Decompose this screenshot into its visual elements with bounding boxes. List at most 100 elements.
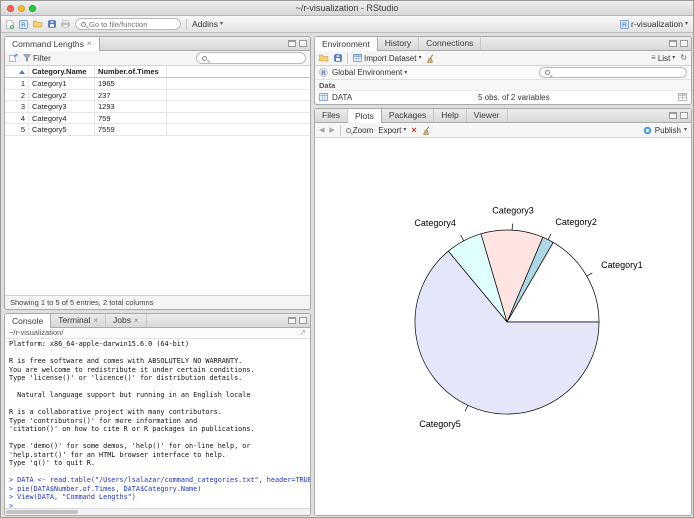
open-file-icon[interactable] <box>33 20 43 28</box>
window-title: ~/r-visualization - RStudio <box>295 3 399 13</box>
table-row[interactable]: 3 Category3 1293 <box>5 101 310 113</box>
pie-label: Category1 <box>601 260 643 270</box>
column-header[interactable]: Category.Name <box>29 66 95 77</box>
search-icon <box>202 55 207 61</box>
tab-console[interactable]: Console <box>5 314 52 328</box>
pie-label: Category3 <box>492 206 534 216</box>
tab-history[interactable]: History <box>378 37 420 50</box>
minimize-pane-icon[interactable] <box>669 112 677 119</box>
save-icon[interactable] <box>48 20 56 28</box>
clear-all-plots-broom-icon[interactable] <box>422 125 431 135</box>
close-tab-icon[interactable]: × <box>93 316 98 325</box>
tab-jobs[interactable]: Jobs × <box>106 314 147 327</box>
console-pane: Console Terminal × Jobs × ~/r-visualizat… <box>4 313 311 516</box>
console-line: > View(DATA, "Command Lengths") <box>9 493 136 501</box>
export-button[interactable]: Export ▾ <box>378 126 406 135</box>
environment-search-input[interactable] <box>553 68 673 77</box>
table-row[interactable]: 4 Category4 759 <box>5 112 310 124</box>
open-workspace-icon[interactable] <box>319 54 329 62</box>
tab-label: Viewer <box>473 110 500 120</box>
titlebar[interactable]: ~/r-visualization - RStudio <box>1 1 693 16</box>
minimize-window-button[interactable] <box>18 5 25 12</box>
popout-icon[interactable] <box>9 54 18 62</box>
tab-files[interactable]: Files <box>315 109 348 122</box>
filter-button[interactable]: Filter <box>23 54 51 63</box>
maximize-pane-icon[interactable] <box>299 317 307 324</box>
popout-icon[interactable]: ↗ <box>299 329 306 337</box>
goto-file-input[interactable] <box>89 19 175 29</box>
maximize-pane-icon[interactable] <box>680 40 688 47</box>
save-workspace-icon[interactable] <box>334 54 342 62</box>
rownum-header-cell[interactable] <box>5 66 29 77</box>
refresh-icon[interactable]: ↻ <box>680 54 687 62</box>
new-project-icon[interactable]: R <box>19 19 28 29</box>
data-frame-icon <box>319 93 328 101</box>
tab-command-lengths[interactable]: Command Lengths × <box>5 37 100 51</box>
table-cell: Category4 <box>29 112 95 123</box>
print-icon[interactable] <box>61 20 70 28</box>
import-dataset-button[interactable]: Import Dataset ▾ <box>353 54 421 63</box>
table-row[interactable]: 5 Category5 7559 <box>5 124 310 136</box>
tab-terminal[interactable]: Terminal × <box>51 314 106 327</box>
tab-plots[interactable]: Plots <box>347 109 382 123</box>
table-cell: 4 <box>5 112 29 123</box>
zoom-magnifier-icon <box>345 127 351 133</box>
close-tab-icon[interactable]: × <box>134 316 139 325</box>
object-description: 5 obs. of 2 variables <box>478 92 550 102</box>
tab-packages[interactable]: Packages <box>382 109 435 122</box>
tab-label: Files <box>322 110 340 120</box>
table-status-bar: Showing 1 to 5 of 5 entries, 2 total col… <box>5 295 310 309</box>
tab-connections[interactable]: Connections <box>419 37 482 50</box>
addins-button[interactable]: Addins ▾ <box>192 19 223 29</box>
column-header[interactable]: Number.of.Times <box>95 66 167 77</box>
pie-label: Category4 <box>414 218 456 228</box>
console-tabbar: Console Terminal × Jobs × <box>5 314 310 328</box>
table-row[interactable]: 1 Category1 1965 <box>5 78 310 90</box>
list-view-button[interactable]: ≡ List ▾ <box>651 54 675 63</box>
global-environment-dropdown[interactable]: Global Environment ▾ <box>332 68 407 77</box>
table-cell: 1293 <box>95 101 167 112</box>
zoom-label: Zoom <box>352 125 374 135</box>
tab-viewer[interactable]: Viewer <box>467 109 508 122</box>
maximize-pane-icon[interactable] <box>680 112 688 119</box>
import-dataset-label: Import Dataset <box>364 53 417 63</box>
sort-icon <box>19 70 25 74</box>
scrollbar-thumb[interactable] <box>6 510 78 514</box>
table-search-input[interactable] <box>210 53 296 63</box>
clear-objects-broom-icon[interactable] <box>426 53 435 63</box>
view-table-icon[interactable] <box>678 93 687 101</box>
project-menu-button[interactable]: R r-visualization ▾ <box>620 19 688 29</box>
tab-environment[interactable]: Environment <box>315 37 378 51</box>
chevron-down-icon: ▾ <box>418 55 422 61</box>
next-plot-icon[interactable]: ▶ <box>329 127 334 134</box>
close-tab-icon[interactable]: × <box>87 40 92 48</box>
pie-label-line <box>460 234 465 241</box>
close-window-button[interactable] <box>7 5 14 12</box>
goto-file-search[interactable] <box>75 18 181 30</box>
publish-icon <box>643 126 652 135</box>
console-output[interactable]: Platform: x86_64-apple-darwin15.6.0 (64-… <box>5 339 310 508</box>
tab-label: Terminal <box>58 315 91 325</box>
console-hscrollbar[interactable] <box>5 508 310 515</box>
r-logo-icon: R <box>319 68 328 77</box>
minimize-pane-icon[interactable] <box>669 40 677 47</box>
tab-help[interactable]: Help <box>434 109 467 122</box>
maximize-window-button[interactable] <box>29 5 36 12</box>
maximize-pane-icon[interactable] <box>299 40 307 47</box>
publish-button[interactable]: Publish ▾ <box>643 126 687 135</box>
previous-plot-icon[interactable]: ◀ <box>319 127 324 134</box>
remove-plot-icon[interactable]: × <box>411 125 416 135</box>
minimize-pane-icon[interactable] <box>288 317 296 324</box>
environment-search-box[interactable] <box>539 67 687 78</box>
table-search-box[interactable] <box>196 52 306 64</box>
filter-label: Filter <box>33 53 51 63</box>
environment-object-row[interactable]: DATA 5 obs. of 2 variables <box>315 91 691 103</box>
zoom-button[interactable]: Zoom <box>345 125 374 135</box>
table-cell: 1965 <box>95 78 167 89</box>
table-row[interactable]: 2 Category2 237 <box>5 89 310 101</box>
minimize-pane-icon[interactable] <box>288 40 296 47</box>
chevron-down-icon: ▾ <box>220 21 224 27</box>
new-file-icon[interactable] <box>6 19 14 29</box>
environment-pane: Environment History Connections Import D… <box>314 36 692 105</box>
